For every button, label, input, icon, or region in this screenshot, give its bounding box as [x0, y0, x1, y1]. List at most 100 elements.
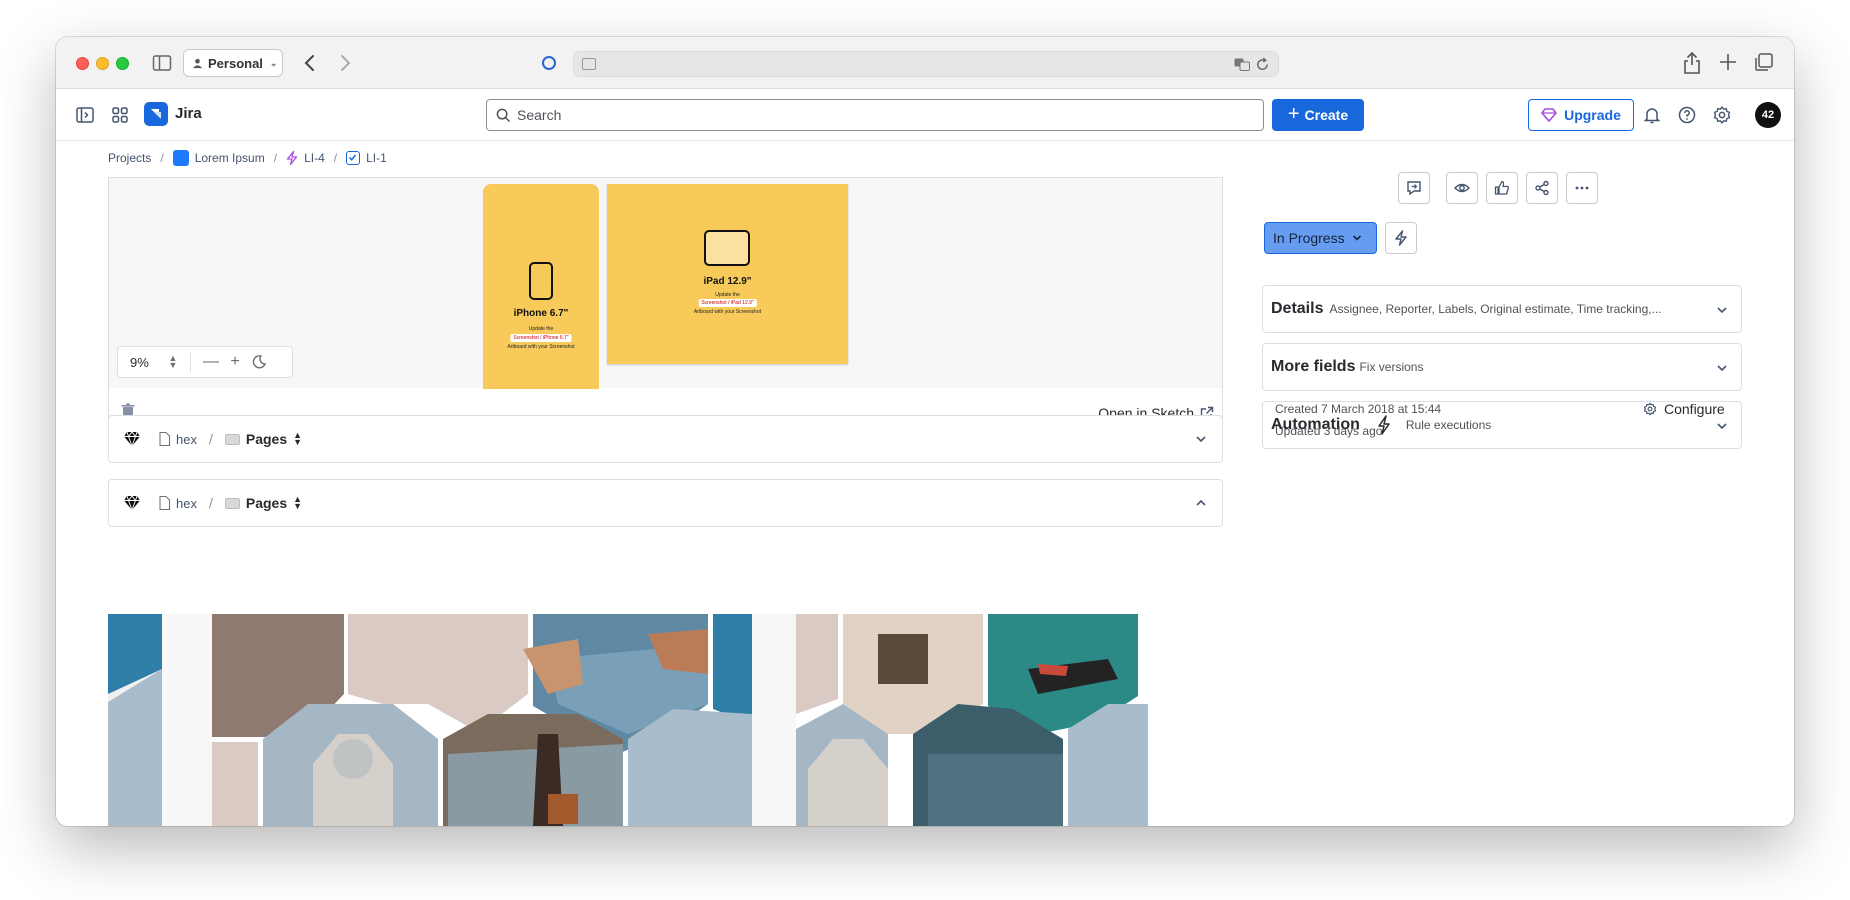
share-button[interactable] — [1526, 172, 1558, 204]
sketch-preview-card: iPhone 6.7" Update the Screenshot / iPho… — [108, 177, 1223, 437]
sketch-canvas[interactable]: iPhone 6.7" Update the Screenshot / iPho… — [109, 177, 1222, 389]
jira-logo-icon[interactable] — [144, 102, 168, 126]
create-button[interactable]: + Create — [1272, 99, 1364, 131]
bolt-icon — [1395, 230, 1407, 246]
issue-content: Projects / Lorem Ipsum / LI-4 / LI-1 iPh… — [56, 142, 1794, 826]
collage-artboard-1 — [212, 614, 752, 826]
details-title: Details — [1271, 300, 1324, 317]
chevron-down-icon[interactable] — [1194, 432, 1208, 446]
breadcrumb-task[interactable]: LI-1 — [346, 151, 387, 165]
configure-button[interactable]: Configure — [1642, 401, 1725, 417]
more-fields-section[interactable]: More fields Fix versions — [1262, 343, 1742, 391]
file-icon — [159, 496, 170, 510]
file-name: hex — [176, 495, 197, 511]
created-date: Created 7 March 2018 at 15:44 — [1275, 402, 1442, 416]
sketch-file-row-expanded[interactable]: hex / Pages ▲ ▼ — [108, 479, 1223, 527]
iphone-title: iPhone 6.7" — [513, 308, 569, 319]
chevron-down-icon: ⌄ — [269, 57, 278, 68]
chevron-left-icon[interactable] — [298, 51, 322, 75]
divider — [190, 352, 191, 372]
feedback-button[interactable] — [1398, 172, 1430, 204]
automation-actions-button[interactable] — [1385, 222, 1417, 254]
plus-icon[interactable] — [1717, 51, 1739, 73]
jira-top-nav: Jira Search + Create Upgrade 42 — [56, 89, 1794, 141]
updated-date: Updated 3 days ago — [1275, 424, 1383, 438]
epic-bolt-icon — [286, 151, 298, 165]
zoom-stepper-icon[interactable]: ▲ ▼ — [166, 353, 180, 369]
search-input[interactable]: Search — [486, 99, 1264, 131]
zoom-in-button[interactable]: + — [223, 353, 247, 371]
avatar[interactable]: 42 — [1755, 102, 1781, 128]
sidebar-toggle-icon[interactable] — [74, 104, 96, 126]
pages-stepper-icon[interactable]: ▲ ▼ — [293, 430, 302, 446]
iphone-line2: Artboard with your Screenshot — [507, 344, 575, 350]
chevron-down-icon — [1717, 307, 1727, 314]
tabs-icon[interactable] — [1753, 51, 1775, 73]
bell-icon[interactable] — [1641, 104, 1663, 126]
more-fields-title: More fields — [1271, 358, 1356, 375]
eye-icon — [1454, 183, 1470, 193]
chevron-down-icon — [1717, 365, 1727, 372]
more-actions-button[interactable] — [1566, 172, 1598, 204]
configure-label: Configure — [1664, 401, 1725, 417]
pages-stepper-icon[interactable]: ▲ ▼ — [293, 494, 302, 510]
zoom-window-button[interactable] — [116, 57, 129, 70]
issue-actions-group — [1446, 172, 1598, 204]
watch-button[interactable] — [1446, 172, 1478, 204]
breadcrumb-separator: / — [273, 151, 278, 165]
help-icon[interactable] — [1676, 104, 1698, 126]
reload-icon[interactable] — [1255, 57, 1270, 72]
details-subtitle: Assignee, Reporter, Labels, Original est… — [1329, 302, 1662, 316]
folder-icon — [224, 433, 240, 445]
share-icon[interactable] — [1681, 51, 1703, 75]
breadcrumb-separator: / — [160, 151, 164, 165]
zoom-out-button[interactable]: — — [199, 353, 223, 371]
ipad-artboard: iPad 12.9" Update the Screenshot / iPad … — [607, 184, 848, 364]
breadcrumb-projects[interactable]: Projects — [108, 151, 151, 165]
details-section[interactable]: Details Assignee, Reporter, Labels, Orig… — [1262, 285, 1742, 333]
ipad-icon — [704, 230, 750, 266]
sketch-file-row[interactable]: hex / Pages ▲ ▼ — [108, 415, 1223, 463]
ipad-title: iPad 12.9" — [703, 276, 752, 287]
upgrade-button[interactable]: Upgrade — [1528, 99, 1634, 131]
app-switcher-icon[interactable] — [109, 104, 131, 126]
path-separator: / — [208, 495, 213, 511]
breadcrumb: Projects / Lorem Ipsum / LI-4 / LI-1 — [108, 150, 387, 166]
breadcrumb-epic[interactable]: LI-4 — [286, 151, 325, 165]
breadcrumb-task-label: LI-1 — [366, 151, 387, 165]
issue-actions — [1398, 172, 1430, 204]
gear-icon[interactable] — [1711, 104, 1733, 126]
file-name: hex — [176, 431, 197, 447]
address-bar[interactable] — [573, 51, 1279, 77]
chevron-up-icon[interactable] — [1194, 496, 1208, 510]
sidebar-icon[interactable] — [152, 53, 172, 73]
profile-selector[interactable]: Personal ⌄ — [183, 49, 283, 77]
status-dropdown[interactable]: In Progress — [1264, 222, 1377, 254]
profile-label: Personal — [208, 55, 263, 71]
breadcrumb-project[interactable]: Lorem Ipsum — [172, 150, 265, 166]
left-edge-artboard — [108, 614, 162, 826]
create-label: Create — [1304, 107, 1349, 123]
app-name[interactable]: Jira — [175, 105, 202, 122]
feedback-icon — [1407, 181, 1421, 196]
translate-icon[interactable] — [1234, 58, 1250, 71]
pages-selector[interactable]: Pages — [246, 431, 287, 447]
chevron-right-icon[interactable] — [333, 51, 357, 75]
pages-selector[interactable]: Pages — [246, 495, 287, 511]
sketch-icon — [124, 495, 140, 512]
minimize-window-button[interactable] — [96, 57, 109, 70]
sketch-collage-preview[interactable] — [108, 614, 1223, 826]
browser-window: Personal ⌄ Jira Search + Create Upgrade … — [56, 37, 1794, 826]
ipad-line1: Update the — [715, 292, 740, 298]
sketch-icon — [124, 431, 140, 448]
chevron-down-icon — [1352, 235, 1361, 241]
breadcrumb-separator: / — [333, 151, 338, 165]
dark-mode-icon[interactable] — [251, 354, 267, 370]
iphone-artboard: iPhone 6.7" Update the Screenshot / iPho… — [483, 184, 599, 389]
ipad-chip: Screenshot / iPad 12.9" — [698, 299, 757, 307]
shield-icon[interactable] — [542, 56, 556, 70]
zoom-value[interactable]: 9% — [130, 355, 166, 370]
gear-icon — [1643, 402, 1657, 416]
vote-button[interactable] — [1486, 172, 1518, 204]
close-window-button[interactable] — [76, 57, 89, 70]
